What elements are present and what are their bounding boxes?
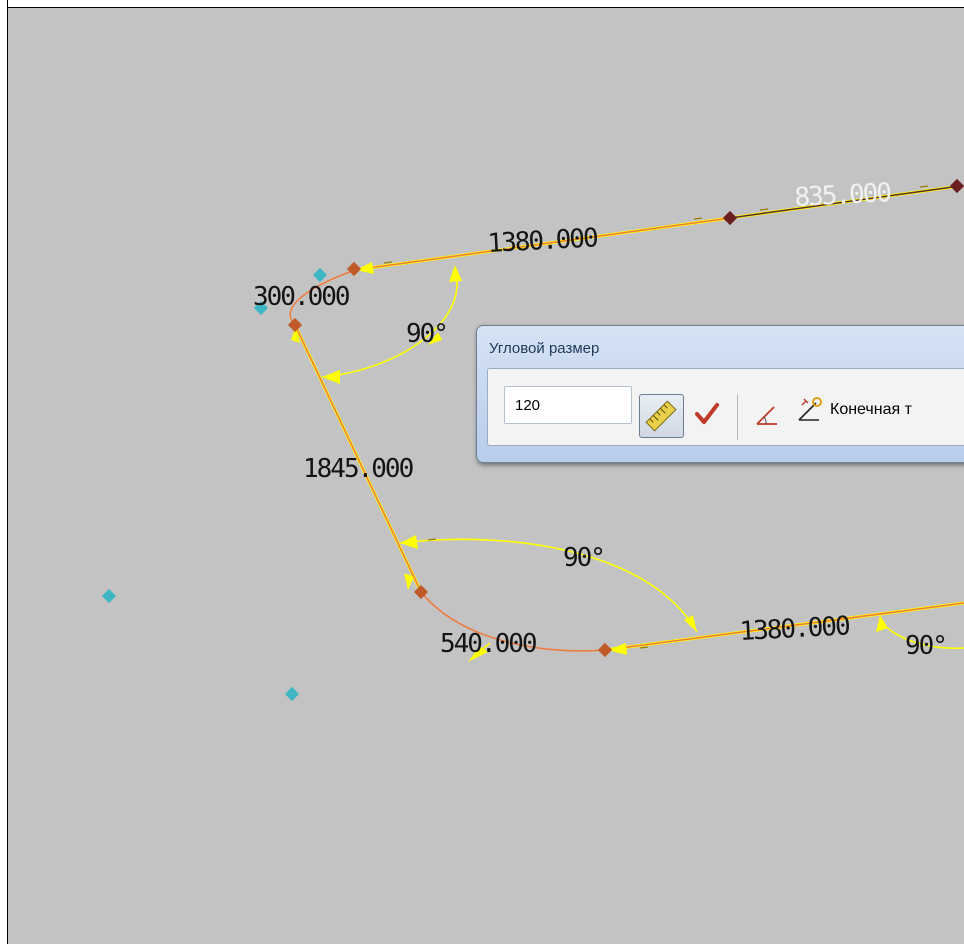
vertex-top-right[interactable] <box>949 178 964 194</box>
endpoint-icon <box>798 397 822 421</box>
dimension-angle-bottom-left[interactable]: 90° <box>563 543 606 573</box>
measure-button[interactable] <box>639 394 684 438</box>
dimension-corner-radius-top[interactable]: 300.000 <box>253 282 351 312</box>
toolbar-separator <box>737 394 738 440</box>
dialog-body: Конечная т <box>487 368 964 446</box>
angular-dimension-dialog: Угловой размер 120 Конечная т <box>476 325 964 463</box>
vertex-top-left[interactable] <box>346 261 362 277</box>
angle-icon <box>756 406 777 425</box>
drawing-svg[interactable]: 1380.000 835.000 300.000 90° 1845.000 90… <box>0 0 964 944</box>
dimension-top-right-length[interactable]: 835.000 <box>794 178 891 213</box>
dimension-corner-radius-bottom[interactable]: 540.000 <box>440 629 538 659</box>
angle-value-input[interactable] <box>504 386 632 424</box>
dimension-bottom-length[interactable]: 1380.000 <box>739 611 850 647</box>
dimension-top-length[interactable]: 1380.000 <box>487 223 598 259</box>
checkmark-icon <box>695 403 719 424</box>
vertex-left-top[interactable] <box>287 317 303 333</box>
marker-point[interactable] <box>284 686 300 702</box>
dimension-angle-bottom-right[interactable]: 90° <box>905 631 948 661</box>
apply-button[interactable] <box>692 399 722 429</box>
window-frame-left <box>0 0 8 944</box>
vertex-bottom-left[interactable] <box>597 642 613 658</box>
marker-point[interactable] <box>101 588 117 604</box>
dimension-left-length[interactable]: 1845.000 <box>303 454 415 484</box>
marker-point[interactable] <box>312 267 328 283</box>
point-markers <box>101 267 328 702</box>
angle-mode-button[interactable] <box>754 402 780 428</box>
endpoint-button[interactable]: Конечная т <box>796 393 964 429</box>
dimension-angle-top-left[interactable]: 90° <box>406 319 449 349</box>
ruler-icon <box>645 400 677 432</box>
vertex-top-mid[interactable] <box>722 210 738 226</box>
endpoint-label: Конечная т <box>830 401 912 418</box>
window-frame-top <box>0 0 964 8</box>
angle-arc-bottom-left[interactable] <box>399 538 698 633</box>
dialog-title: Угловой размер <box>489 340 600 357</box>
drawing-canvas[interactable]: 1380.000 835.000 300.000 90° 1845.000 90… <box>0 0 964 944</box>
